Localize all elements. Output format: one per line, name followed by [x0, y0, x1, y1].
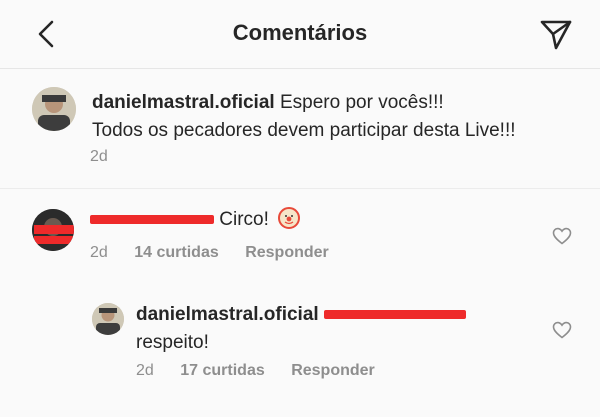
- redacted-mention: [323, 310, 466, 320]
- clown-face-emoji: [278, 207, 301, 229]
- comment-meta: 2d 14 curtidas Responder: [90, 244, 351, 262]
- comment-timestamp: 2d: [90, 244, 108, 261]
- post-caption: danielmastral.oficial Espero por vocês!!…: [92, 89, 582, 145]
- reply-username[interactable]: danielmastral.oficial: [136, 304, 319, 325]
- caption-timestamp: 2d: [90, 148, 108, 165]
- comment-reply-button[interactable]: Responder: [245, 244, 329, 261]
- divider: [0, 188, 600, 189]
- reply-meta: 2d 17 curtidas Responder: [136, 362, 397, 380]
- reply-reply-button[interactable]: Responder: [291, 362, 375, 379]
- reply-body: danielmastral.oficial respeito!: [136, 301, 466, 357]
- share-button[interactable]: [536, 14, 576, 54]
- redaction-mark: [34, 236, 74, 244]
- caption-text-line2: Todos os pecadores devem participar dest…: [92, 120, 516, 141]
- comment-body: Circo!: [90, 206, 301, 234]
- paper-plane-icon: [540, 20, 572, 50]
- commenter-avatar[interactable]: [32, 209, 74, 251]
- profile-photo: [32, 87, 76, 131]
- reply-timestamp: 2d: [136, 362, 154, 379]
- caption-text-line1: Espero por vocês!!!: [279, 92, 444, 113]
- comment-likes[interactable]: 14 curtidas: [134, 244, 218, 261]
- reply-text: respeito!: [136, 332, 209, 353]
- profile-photo: [92, 303, 124, 335]
- redacted-username: [90, 215, 214, 225]
- page-title: Comentários: [232, 20, 368, 45]
- header-bar: Comentários: [0, 0, 600, 69]
- caption-username[interactable]: danielmastral.oficial: [92, 92, 275, 113]
- reply-likes[interactable]: 17 curtidas: [180, 362, 264, 379]
- heart-outline-icon[interactable]: [552, 227, 572, 245]
- caption-meta: 2d: [90, 148, 130, 166]
- comment-text: Circo!: [219, 209, 269, 230]
- redaction-mark: [34, 225, 74, 234]
- avatar[interactable]: [32, 87, 76, 131]
- heart-outline-icon[interactable]: [552, 321, 572, 339]
- reply-avatar[interactable]: [92, 303, 124, 335]
